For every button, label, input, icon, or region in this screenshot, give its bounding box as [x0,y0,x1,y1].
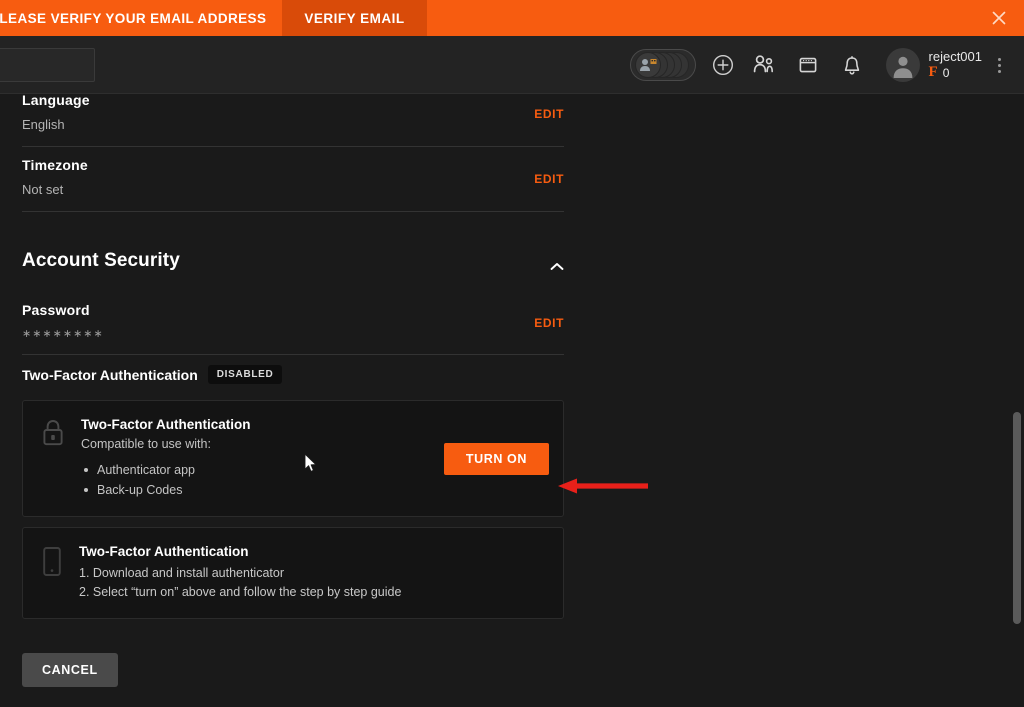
mobile-phone-icon [41,544,63,602]
chevron-up-icon[interactable] [550,258,564,276]
avatar [885,48,920,82]
card-title: Two-Factor Authentication [79,544,249,559]
nav-right-cluster: reject001 F 0 [629,36,1016,94]
account-security-section-header[interactable]: Account Security [22,250,564,292]
scrollbar-track[interactable] [1009,94,1024,707]
two-factor-enable-card: Two-Factor Authentication Compatible to … [22,400,564,517]
setup-steps-list: 1. Download and install authenticator 2.… [79,564,545,602]
card-body: Two-Factor Authentication 1. Download an… [79,544,545,602]
verify-email-button[interactable]: VERIFY EMAIL [282,0,427,36]
list-item: Back-up Codes [81,480,545,500]
setting-label: Language [22,94,90,108]
close-icon[interactable] [988,7,1010,29]
friends-stack-icon [634,52,689,78]
username-label: reject001 [928,49,982,64]
setting-row-password: Password ∗∗∗∗∗∗∗∗ EDIT [22,292,564,355]
currency-amount: 0 [942,65,950,80]
setting-value: Not set [22,182,64,197]
edit-language-link[interactable]: EDIT [534,107,564,121]
inbox-icon[interactable] [786,36,830,94]
people-icon[interactable] [742,36,786,94]
settings-content: Language English EDIT Timezone Not set E… [22,94,564,687]
plus-circle-icon[interactable] [704,36,742,94]
setting-label: Timezone [22,157,88,173]
page-title: Account Security [22,250,180,271]
list-item: 2. Select “turn on” above and follow the… [79,585,402,599]
friends-stack-pill[interactable] [629,49,696,81]
setting-row-timezone: Timezone Not set EDIT [22,147,564,212]
user-meta: reject001 F 0 [929,50,982,80]
password-masked-value: ∗∗∗∗∗∗∗∗ [22,328,104,340]
edit-password-link[interactable]: EDIT [534,316,564,330]
setting-row-language: Language English EDIT [22,94,564,147]
two-factor-heading-row: Two-Factor Authentication DISABLED [22,355,564,400]
currency-symbol-icon: F [928,64,938,80]
top-navigation-bar: reject001 F 0 [0,36,1024,94]
bell-icon[interactable] [830,36,874,94]
email-verification-banner: PLEASE VERIFY YOUR EMAIL ADDRESS VERIFY … [0,0,1024,36]
list-item: 1. Download and install authenticator [79,566,284,580]
two-factor-label: Two-Factor Authentication [22,366,198,383]
setting-label: Password [22,302,90,318]
card-title: Two-Factor Authentication [81,417,251,432]
scrollbar-thumb[interactable] [1013,412,1021,624]
currency-balance: F 0 [929,65,982,80]
search-input[interactable] [0,48,95,82]
banner-message: PLEASE VERIFY YOUR EMAIL ADDRESS [0,10,267,26]
lock-icon [41,417,65,500]
user-account-menu[interactable]: reject001 F 0 [874,48,982,82]
kebab-menu-icon[interactable] [982,36,1016,94]
settings-panel: Language English EDIT Timezone Not set E… [0,94,1006,707]
status-badge: DISABLED [207,365,283,384]
edit-timezone-link[interactable]: EDIT [534,172,564,186]
app-root: PLEASE VERIFY YOUR EMAIL ADDRESS VERIFY … [0,0,1024,707]
cancel-button[interactable]: CANCEL [22,653,118,687]
setting-value: English [22,117,65,132]
turn-on-button[interactable]: TURN ON [443,442,549,475]
two-factor-instructions-card: Two-Factor Authentication 1. Download an… [22,527,564,619]
